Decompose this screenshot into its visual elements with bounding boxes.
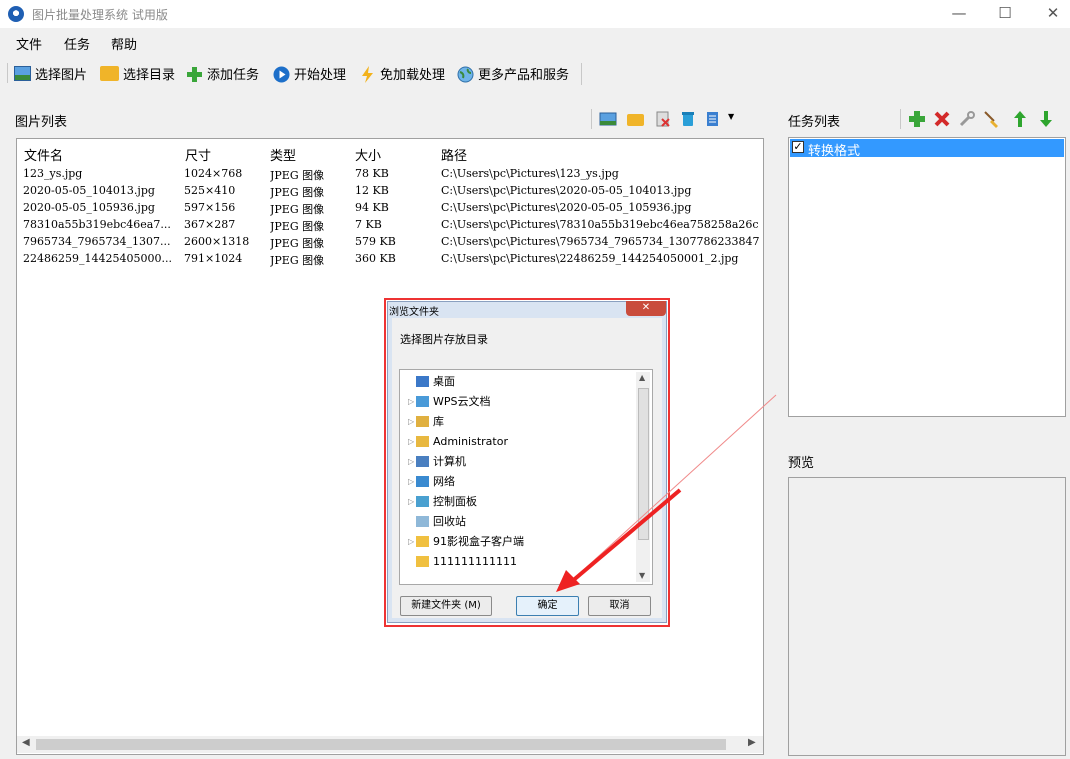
- annotation-arrow: [556, 394, 777, 592]
